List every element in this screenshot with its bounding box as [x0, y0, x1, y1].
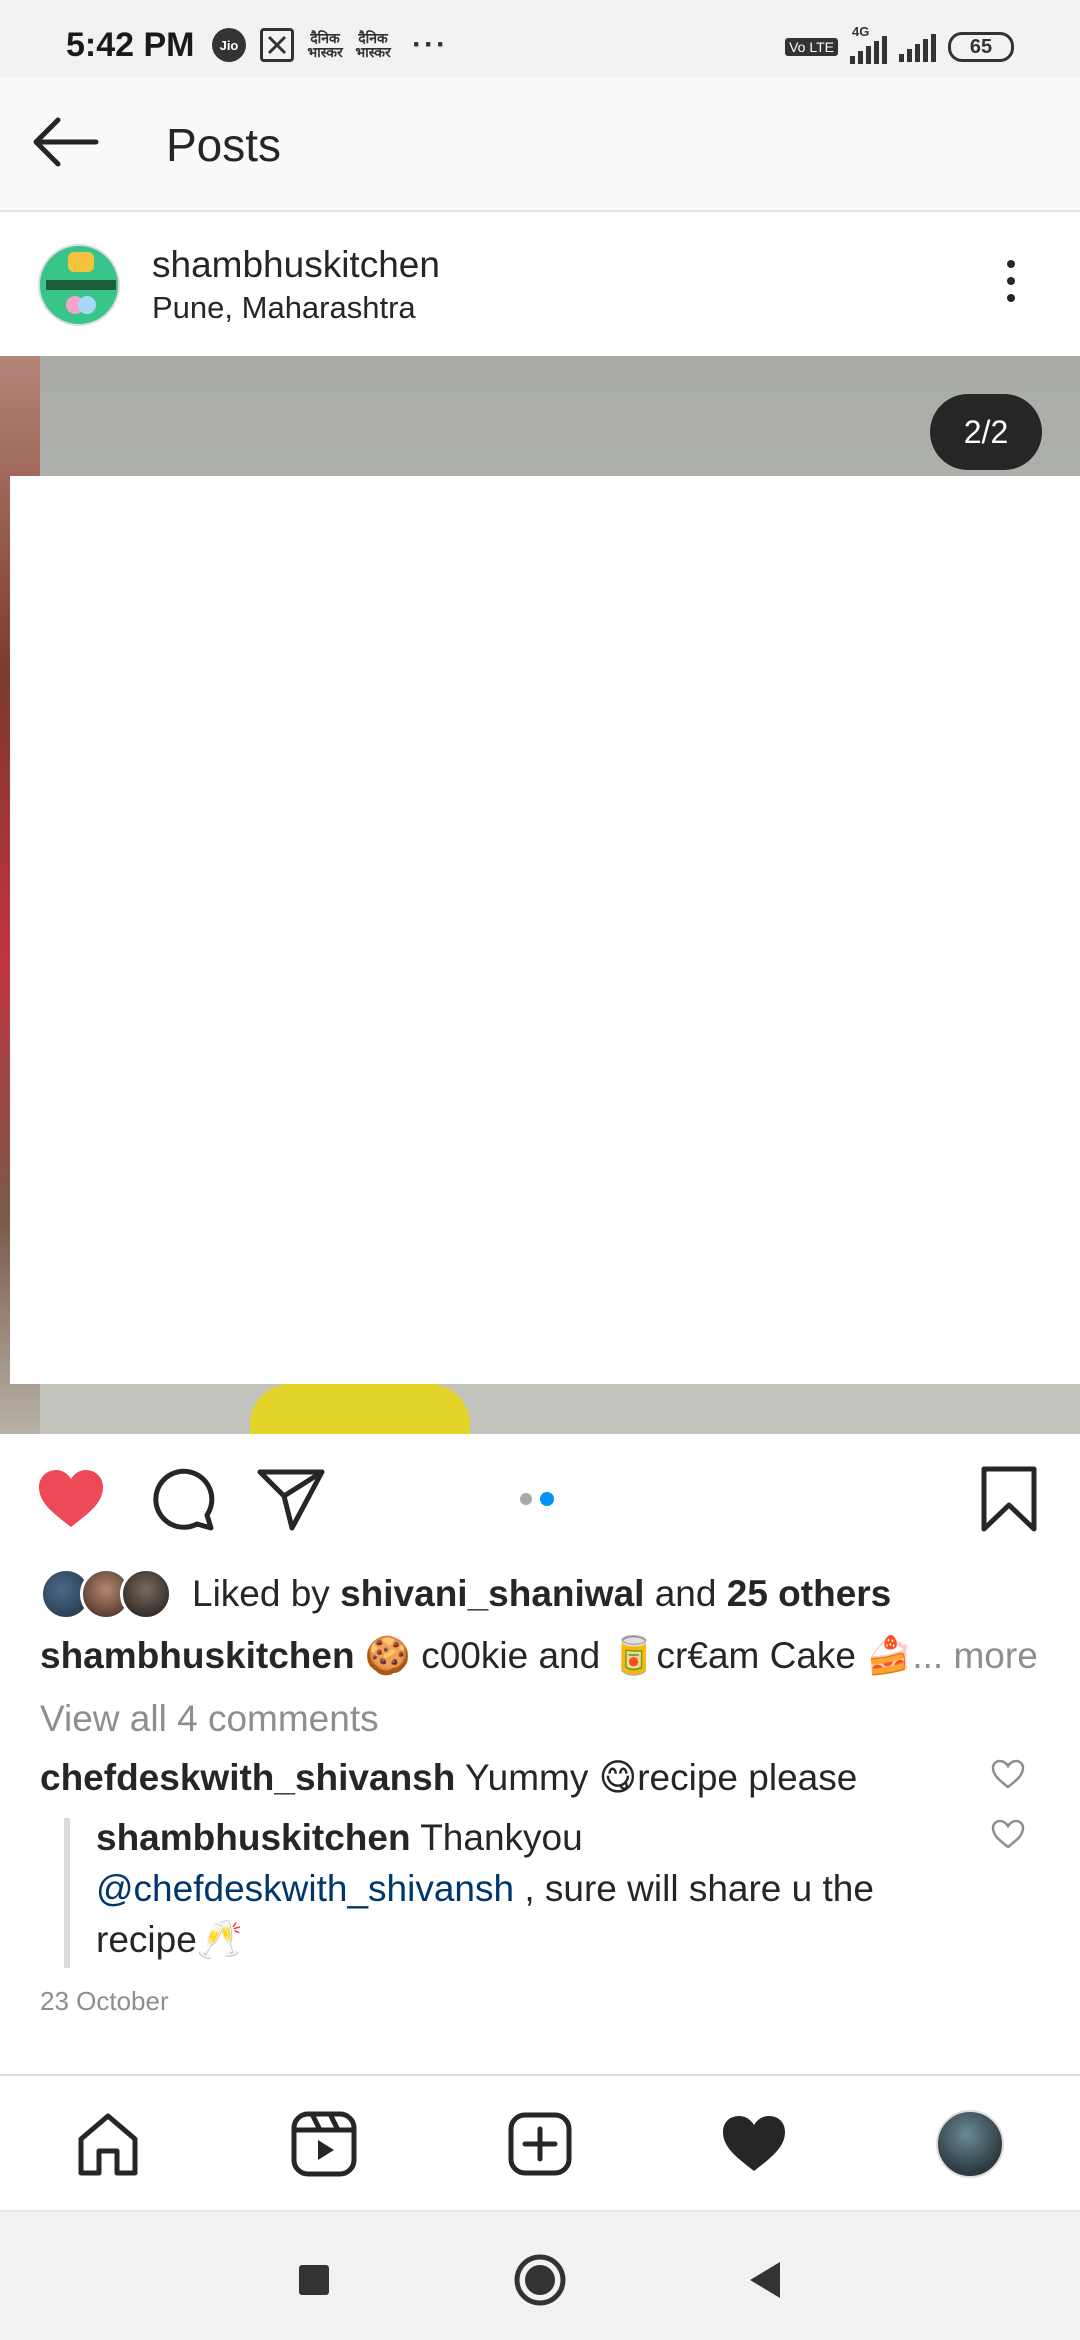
nav-activity[interactable]	[718, 2108, 790, 2180]
battery-icon: 65	[948, 32, 1014, 62]
comment-like-button[interactable]	[990, 1758, 1026, 1790]
news-app-icon: दैनिक भास्कर	[355, 30, 391, 60]
comment-item: chefdeskwith_shivansh Yummy 😋recipe plea…	[40, 1756, 857, 1799]
view-all-comments-link[interactable]: View all 4 comments	[40, 1698, 379, 1740]
nav-profile[interactable]	[934, 2108, 1006, 2180]
comment-username[interactable]: chefdeskwith_shivansh	[40, 1757, 455, 1798]
carousel-indicator	[520, 1492, 554, 1506]
caption-text: cr€am Cake	[656, 1635, 856, 1676]
comment-text: Yummy	[465, 1757, 589, 1798]
status-bar: 5:42 PM Jio दैनिक भास्कर दैनिक भास्कर ··…	[0, 0, 1080, 78]
recents-square-icon	[299, 2265, 329, 2295]
more-options-button[interactable]	[996, 260, 1026, 310]
recents-button[interactable]	[286, 2252, 342, 2308]
share-button[interactable]	[254, 1462, 328, 1536]
new-post-icon	[508, 2112, 572, 2176]
caption-text: c00kie and	[421, 1635, 601, 1676]
likes-others-count[interactable]: 25 others	[727, 1573, 892, 1614]
reply-mention-link[interactable]: @chefdeskwith_shivansh	[96, 1868, 514, 1909]
jio-icon: Jio	[212, 28, 246, 62]
home-circle-icon	[514, 2254, 566, 2306]
cookie-emoji: 🍪	[364, 1634, 411, 1677]
bookmark-icon	[981, 1466, 1037, 1532]
yum-emoji: 😋	[598, 1756, 638, 1799]
post-header: shambhuskitchen Pune, Maharashtra	[0, 214, 1080, 356]
network-type-label: 4G	[852, 24, 870, 39]
liker-avatars	[40, 1568, 176, 1620]
post-caption: shambhuskitchen 🍪 c00kie and 🥫cr€am Cake…	[40, 1634, 1038, 1678]
app-notification-icon	[260, 28, 294, 62]
likes-row[interactable]: Liked by shivani_shaniwal and 25 others	[40, 1566, 891, 1622]
bottom-nav	[0, 2074, 1080, 2210]
cake-emoji: 🍰	[866, 1634, 913, 1677]
post-date: 23 October	[40, 1986, 169, 2016]
more-notifications-icon: ···	[412, 28, 448, 61]
home-icon	[78, 2113, 138, 2176]
reply-item: shambhuskitchen Thankyou @chefdeskwith_s…	[96, 1812, 946, 1965]
media-counter-badge: 2/2	[930, 394, 1042, 470]
signal-4g-icon: 4G	[850, 24, 887, 64]
comment-icon	[153, 1468, 215, 1531]
reply-text: Thankyou	[420, 1817, 583, 1858]
likes-prefix: Liked by	[192, 1573, 330, 1614]
comment-text: recipe please	[637, 1757, 858, 1798]
media-photo-detail	[250, 1384, 470, 1434]
carousel-dot	[520, 1493, 532, 1505]
arrow-left-icon	[33, 117, 99, 167]
volte-icon: Vo LTE	[785, 38, 838, 56]
status-time: 5:42 PM	[66, 26, 195, 64]
cheers-emoji: 🥂	[196, 1918, 243, 1961]
share-icon	[257, 1469, 325, 1531]
status-system-icons: Vo LTE 4G 65	[785, 24, 1014, 64]
can-emoji: 🥫	[610, 1634, 657, 1677]
post-author-avatar[interactable]	[38, 244, 120, 326]
media-photo	[10, 476, 1080, 1384]
likes-text: Liked by shivani_shaniwal and 25 others	[192, 1573, 891, 1615]
liker-username[interactable]: shivani_shaniwal	[340, 1573, 644, 1614]
system-nav	[0, 2210, 1080, 2340]
post-media[interactable]: 2/2	[0, 356, 1080, 1434]
page-title: Posts	[166, 119, 282, 171]
post-actions	[0, 1434, 1080, 1564]
status-notification-icons: Jio दैनिक भास्कर दैनिक भास्कर ···	[212, 28, 448, 62]
nav-new-post[interactable]	[504, 2108, 576, 2180]
news-app-icon: दैनिक भास्कर	[307, 30, 343, 60]
post-username[interactable]: shambhuskitchen	[152, 244, 440, 286]
like-button[interactable]	[34, 1462, 108, 1536]
profile-avatar	[936, 2110, 1004, 2178]
nav-home[interactable]	[72, 2108, 144, 2180]
comment-button[interactable]	[146, 1462, 220, 1536]
home-system-button[interactable]	[512, 2252, 568, 2308]
carousel-dot-active	[540, 1492, 554, 1506]
post-location[interactable]: Pune, Maharashtra	[152, 290, 416, 326]
back-triangle-icon	[750, 2262, 780, 2298]
caption-username[interactable]: shambhuskitchen	[40, 1635, 355, 1676]
reply-like-button[interactable]	[990, 1818, 1026, 1850]
save-button[interactable]	[972, 1462, 1046, 1536]
heart-outline-icon	[991, 1759, 1025, 1789]
back-system-button[interactable]	[736, 2252, 792, 2308]
activity-heart-icon	[723, 2116, 785, 2171]
reels-icon	[291, 2111, 357, 2177]
heart-outline-icon	[991, 1819, 1025, 1849]
heart-filled-icon	[39, 1470, 103, 1527]
avatar	[120, 1568, 172, 1620]
reply-username[interactable]: shambhuskitchen	[96, 1817, 411, 1858]
caption-more-link[interactable]: ... more	[912, 1635, 1037, 1676]
nav-reels[interactable]	[288, 2108, 360, 2180]
likes-conjunction: and	[654, 1573, 717, 1614]
back-button[interactable]	[30, 112, 100, 172]
reply-thread-line	[64, 1818, 70, 1968]
signal-icon	[899, 32, 936, 62]
app-header: Posts	[0, 78, 1080, 212]
